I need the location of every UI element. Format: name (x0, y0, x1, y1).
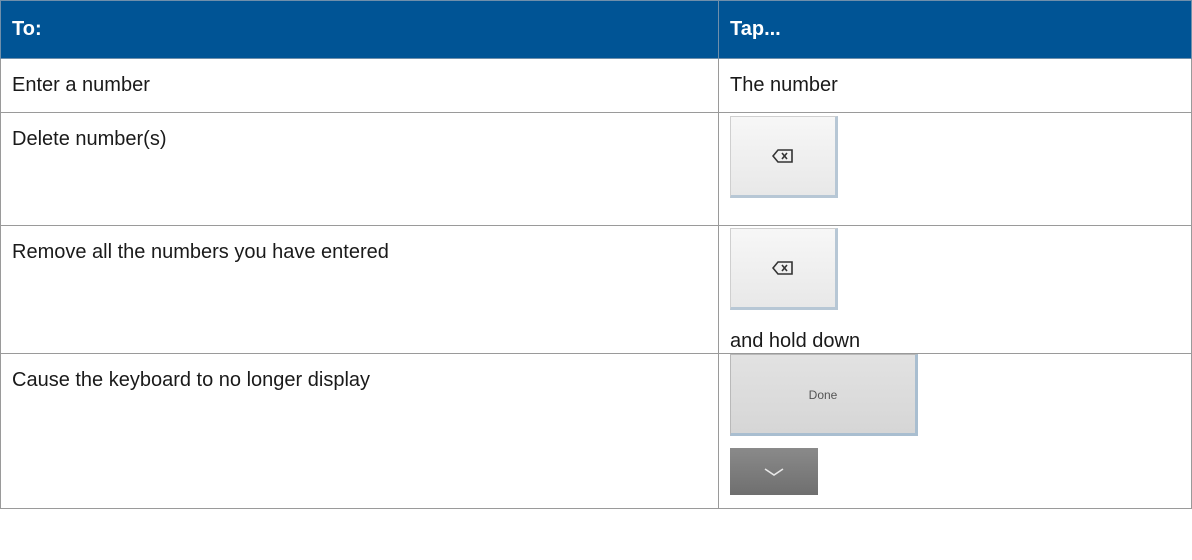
tap-cell: and hold down (718, 225, 1192, 354)
action-cell: Remove all the numbers you have entered (0, 225, 719, 354)
backspace-icon (772, 261, 793, 275)
action-text: Remove all the numbers you have entered (12, 241, 389, 263)
header-to: To: (0, 0, 719, 59)
hold-down-text: and hold down (730, 330, 861, 352)
table-row: Enter a number The number (0, 58, 1192, 113)
table-row: Delete number(s) (0, 112, 1192, 226)
backspace-icon (772, 149, 793, 163)
table-row: Cause the keyboard to no longer display … (0, 353, 1192, 509)
action-text: Enter a number (12, 74, 150, 96)
done-key-button[interactable]: Done (730, 354, 918, 436)
help-table: To: Tap... Enter a number The number Del… (0, 0, 1192, 509)
action-cell: Cause the keyboard to no longer display (0, 353, 719, 509)
tap-cell: Done (718, 353, 1192, 509)
action-text: Cause the keyboard to no longer display (12, 369, 371, 391)
header-tap: Tap... (718, 0, 1192, 59)
table-row: Remove all the numbers you have entered … (0, 225, 1192, 354)
action-cell: Enter a number (0, 58, 719, 113)
tap-cell: The number (718, 58, 1192, 113)
tap-text: The number (730, 74, 838, 96)
table-header-row: To: Tap... (0, 0, 1192, 59)
backspace-key-button[interactable] (730, 228, 838, 310)
action-cell: Delete number(s) (0, 112, 719, 226)
keyboard-hide-button[interactable] (730, 448, 818, 495)
action-text: Delete number(s) (12, 128, 167, 150)
backspace-key-button[interactable] (730, 116, 838, 198)
keyboard-hide-chevron-icon (764, 467, 784, 476)
tap-cell (718, 112, 1192, 226)
